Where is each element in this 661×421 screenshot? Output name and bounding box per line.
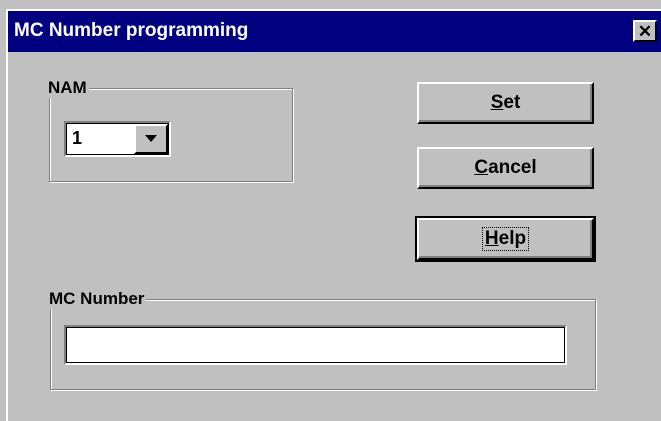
chevron-down-icon (145, 135, 157, 142)
window-title: MC Number programming (14, 20, 249, 41)
mc-number-input[interactable] (64, 325, 567, 365)
nam-combobox[interactable]: 1 (64, 121, 171, 157)
cancel-button[interactable]: Cancel (417, 147, 594, 189)
nam-combobox-value[interactable]: 1 (68, 125, 86, 151)
set-button-mnemonic: S (490, 92, 504, 113)
close-button[interactable]: ✕ (633, 20, 657, 42)
mc-number-group: MC Number (49, 289, 596, 390)
nam-group: NAM 1 (48, 78, 293, 182)
nam-dropdown-button[interactable] (134, 124, 168, 154)
close-icon: ✕ (637, 21, 653, 41)
title-bar[interactable]: MC Number programming ✕ (8, 11, 661, 52)
cancel-button-mnemonic: C (474, 157, 489, 178)
help-button-label: Help (481, 227, 530, 251)
dialog-window: MC Number programming ✕ NAM 1 MC Number … (0, 0, 661, 421)
help-button-mnemonic: H (484, 228, 499, 249)
set-button-label: Set (491, 92, 521, 114)
help-button[interactable]: Help (415, 216, 596, 262)
help-button-label-rest: elp (498, 228, 527, 249)
cancel-button-label: Cancel (474, 157, 536, 179)
mc-number-group-label: MC Number (49, 289, 147, 309)
set-button-label-rest: et (503, 92, 521, 113)
set-button[interactable]: Set (417, 82, 594, 124)
cancel-button-label-rest: ancel (488, 157, 537, 178)
nam-group-label: NAM (48, 78, 89, 98)
